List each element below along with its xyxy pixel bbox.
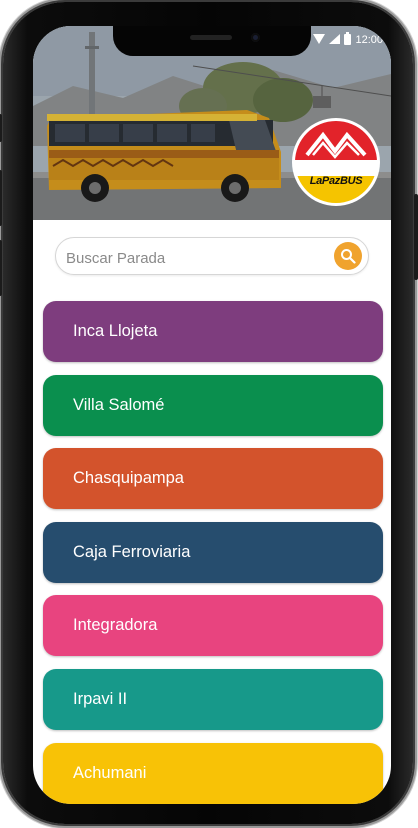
route-label: Achumani [73,763,147,782]
route-item-caja-ferroviaria[interactable]: Caja Ferroviaria [43,521,383,583]
route-label: Irpavi II [73,689,128,708]
route-list: Inca Llojeta Villa Salomé Chasquipampa C… [43,301,383,804]
route-item-achumani[interactable]: Achumani [43,742,383,804]
route-item-villa-salome[interactable]: Villa Salomé [43,374,383,436]
side-button-power [414,194,418,280]
route-label: Integradora [73,616,158,635]
battery-icon [344,32,352,48]
cellular-signal-icon [329,33,341,47]
route-label: Chasquipampa [73,469,184,488]
route-item-inca-llojeta[interactable]: Inca Llojeta [43,301,383,362]
hero-banner: 12:00 LaPazBUS [33,26,391,220]
lapazbus-logo: LaPazBUS [291,117,381,207]
route-label: Villa Salomé [73,395,165,414]
route-item-integradora[interactable]: Integradora [43,595,383,657]
route-item-irpavi-ii[interactable]: Irpavi II [43,668,383,730]
search-button[interactable] [334,242,362,270]
front-camera [251,33,260,42]
side-button-volume-up [0,170,2,226]
screen: 12:00 LaPazBUS Buscar Parada Inca Llojet… [33,26,391,804]
logo-mountains-icon [292,118,380,206]
phone-frame: 12:00 LaPazBUS Buscar Parada Inca Llojet… [0,2,418,824]
search-icon [341,249,356,264]
side-button-volume-down [0,240,2,296]
status-time: 12:00 [355,34,383,46]
search-input[interactable] [64,246,328,270]
search-bar [55,237,369,275]
wifi-icon [313,33,326,47]
logo-wordmark: LaPazBUS [309,175,363,187]
status-bar: 12:00 [313,32,383,48]
route-label: Inca Llojeta [73,322,158,340]
speaker-grille [190,35,232,40]
phone-notch [113,26,311,56]
route-label: Caja Ferroviaria [73,542,191,561]
route-item-chasquipampa[interactable]: Chasquipampa [43,448,383,510]
side-button-mute [0,114,2,142]
